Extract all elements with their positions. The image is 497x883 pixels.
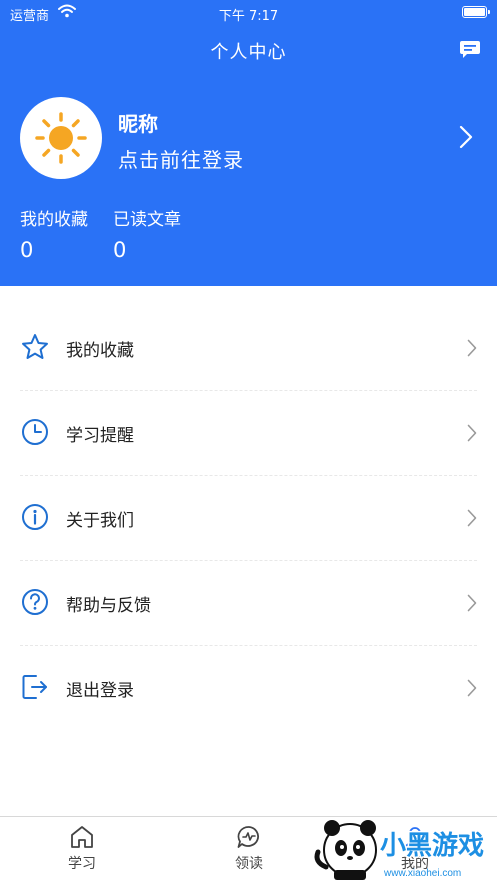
clock-icon	[22, 419, 48, 445]
chevron-right-icon	[467, 594, 477, 612]
menu-item-label: 关于我们	[66, 511, 134, 531]
stat-value: 0	[20, 238, 34, 262]
help-icon	[22, 589, 48, 615]
home-icon	[71, 826, 93, 848]
tab-label: 领读	[235, 856, 263, 872]
menu-item-study-reminder[interactable]: 学习提醒	[0, 391, 497, 476]
chat-pulse-icon	[237, 826, 259, 848]
menu-item-label: 学习提醒	[66, 426, 134, 446]
sun-icon	[35, 112, 87, 164]
chevron-right-icon	[467, 339, 477, 357]
svg-text:www.xiaohei.com: www.xiaohei.com	[383, 868, 461, 879]
menu-item-about-us[interactable]: 关于我们	[0, 476, 497, 561]
stat-read-articles[interactable]: 已读文章 0	[113, 205, 181, 262]
tab-study[interactable]: 学习	[42, 825, 122, 873]
chevron-right-icon[interactable]	[459, 125, 473, 149]
menu-item-label: 我的收藏	[66, 341, 134, 361]
star-icon	[22, 334, 48, 359]
menu-item-logout[interactable]: 退出登录	[0, 646, 497, 731]
logout-icon	[22, 675, 47, 699]
nickname[interactable]: 昵称	[118, 108, 158, 137]
stat-value: 0	[113, 238, 127, 262]
chat-message-icon[interactable]	[459, 40, 481, 60]
menu-item-label: 退出登录	[66, 681, 134, 701]
settings-menu: 我的收藏 学习提醒 关于我们 帮助与反馈 退出登录	[0, 306, 497, 731]
stat-label: 已读文章	[113, 210, 181, 230]
stat-label: 我的收藏	[20, 210, 88, 230]
status-bar: 运营商 下午 7:17	[0, 0, 497, 28]
chevron-right-icon	[467, 424, 477, 442]
avatar[interactable]	[20, 97, 102, 179]
tab-lead-reading[interactable]: 领读	[209, 825, 289, 873]
watermark-logo: 小黑游戏 www.xiaohei.com	[314, 820, 486, 880]
menu-item-favorites[interactable]: 我的收藏	[0, 306, 497, 391]
chevron-right-icon	[467, 509, 477, 527]
login-link[interactable]: 点击前往登录	[118, 144, 244, 173]
tab-label: 学习	[68, 856, 96, 872]
svg-text:小黑游戏: 小黑游戏	[380, 830, 484, 860]
profile-header: 运营商 下午 7:17 个人中心 昵称 点击前往登录 我的收藏 0 已读文章 0	[0, 0, 497, 286]
chevron-right-icon	[467, 679, 477, 697]
stat-favorites[interactable]: 我的收藏 0	[20, 205, 88, 262]
clock-time: 下午 7:17	[218, 9, 279, 24]
menu-item-label: 帮助与反馈	[66, 596, 151, 616]
info-icon	[22, 504, 48, 530]
menu-item-help-feedback[interactable]: 帮助与反馈	[0, 561, 497, 646]
battery-icon	[462, 6, 490, 18]
page-title: 个人中心	[210, 42, 287, 63]
